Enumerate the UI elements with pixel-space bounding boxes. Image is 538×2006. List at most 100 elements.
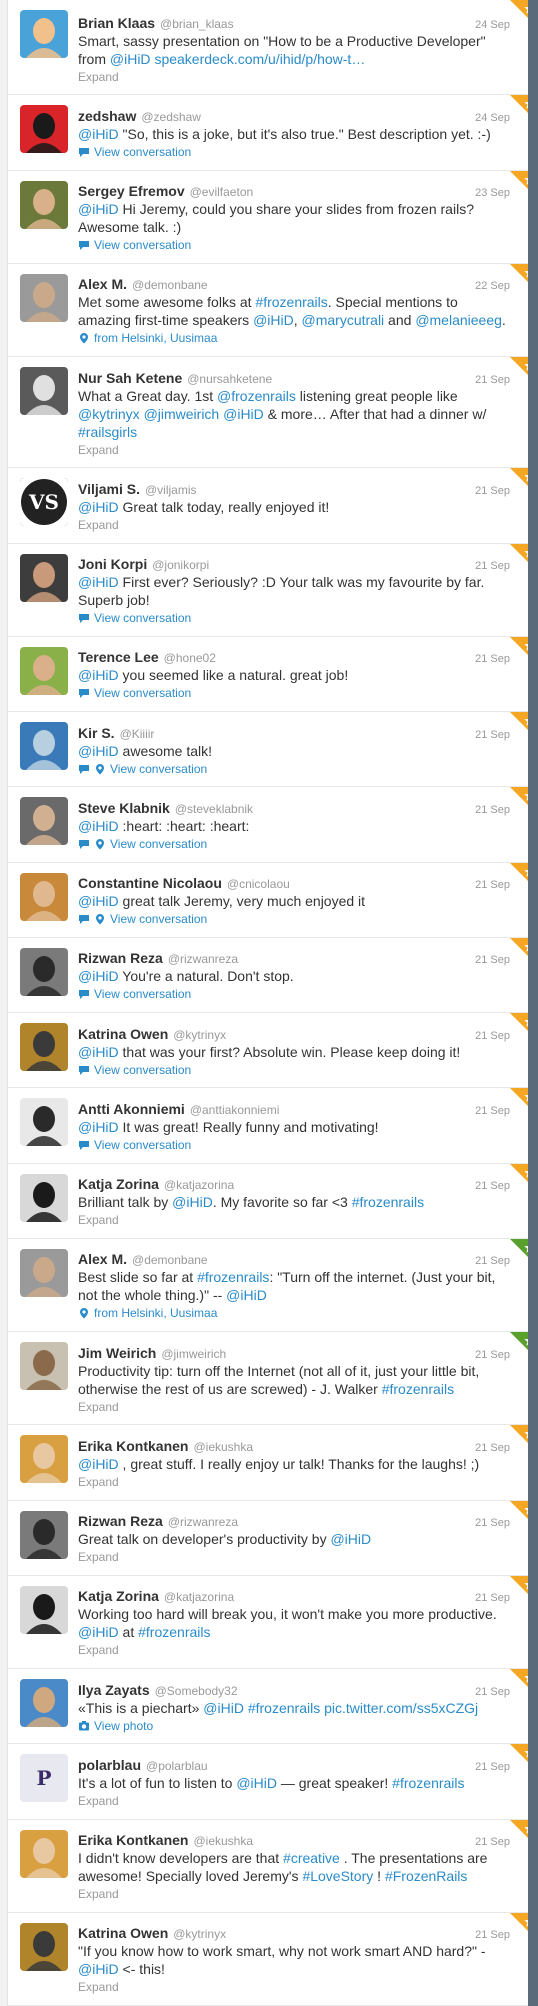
timestamp[interactable]: 21 Sep bbox=[475, 1761, 514, 1773]
avatar[interactable] bbox=[20, 367, 68, 415]
expand-link[interactable]: Expand bbox=[78, 1550, 514, 1564]
author-name[interactable]: Rizwan Reza bbox=[78, 950, 163, 966]
timestamp[interactable]: 21 Sep bbox=[475, 485, 514, 497]
tweet-item[interactable]: Erika Kontkanen @iekushka 21 Sep I didn't k… bbox=[8, 1819, 538, 1913]
author-name[interactable]: Joni Korpi bbox=[78, 556, 147, 572]
tweet-link[interactable]: @iHiD bbox=[223, 406, 264, 422]
avatar[interactable] bbox=[20, 1922, 68, 1971]
tweet-link[interactable]: @iHiD bbox=[78, 1456, 119, 1472]
avatar[interactable] bbox=[20, 1829, 68, 1878]
tweet-item[interactable]: Antti Akonniemi @anttiakonniemi 21 Sep @iHi… bbox=[8, 1088, 538, 1164]
avatar[interactable] bbox=[20, 1023, 68, 1071]
expand-link[interactable]: Expand bbox=[78, 1794, 514, 1808]
tweet-link[interactable]: @iHiD bbox=[78, 126, 119, 142]
tweet-link[interactable]: @iHiD bbox=[226, 1287, 267, 1303]
tweet-item[interactable]: Nur Sah Ketene @nursahketene 21 Sep What a … bbox=[8, 357, 538, 469]
tweet-item[interactable]: Brian Klaas @brian_klaas 24 Sep Smart, sass… bbox=[8, 0, 538, 96]
tweet-link[interactable]: @iHiD bbox=[110, 51, 151, 67]
avatar[interactable] bbox=[20, 273, 68, 322]
tweet-item[interactable]: Sergey Efremov @evilfaeton 23 Sep @iHiD Hi … bbox=[8, 170, 538, 264]
avatar[interactable] bbox=[20, 1679, 68, 1727]
tweet-item[interactable]: Jim Weirich @jimweirich 21 Sep Productivity… bbox=[8, 1332, 538, 1426]
tweet-item[interactable]: Kir S. @Kiiiir 21 Sep @iHiD awesome talk! Vi… bbox=[8, 712, 538, 788]
view-conversation-link[interactable]: View conversation bbox=[78, 837, 514, 851]
tweet-link[interactable]: @melanieeeg bbox=[415, 312, 502, 328]
timestamp[interactable]: 21 Sep bbox=[475, 1929, 514, 1941]
tweet-item[interactable]: Ppolarblau @polarblau 21 Sep It's a lot of … bbox=[8, 1744, 538, 1820]
avatar[interactable] bbox=[20, 947, 68, 996]
author-handle[interactable]: @iekushka bbox=[193, 1834, 253, 1848]
author-name[interactable]: Katrina Owen bbox=[78, 1026, 168, 1042]
author-handle[interactable]: @kytrinyx bbox=[173, 1927, 226, 1941]
timestamp[interactable]: 21 Sep bbox=[475, 729, 514, 741]
view-conversation-link[interactable]: View conversation bbox=[78, 238, 514, 252]
author-handle[interactable]: @jonikorpi bbox=[152, 558, 209, 572]
tweet-link[interactable]: speakerdeck.com/u/ihid/p/how-t… bbox=[154, 51, 365, 67]
timestamp[interactable]: 21 Sep bbox=[475, 804, 514, 816]
author-name[interactable]: Antti Akonniemi bbox=[78, 1101, 185, 1117]
avatar[interactable] bbox=[20, 722, 68, 770]
view-conversation-link[interactable]: View conversation bbox=[78, 1063, 514, 1077]
author-handle[interactable]: @hone02 bbox=[164, 651, 216, 665]
tweet-item[interactable]: Ilya Zayats @Somebody32 21 Sep «This is a p… bbox=[8, 1669, 538, 1745]
author-name[interactable]: zedshaw bbox=[78, 108, 136, 124]
location-link[interactable]: from Helsinki, Uusimaa bbox=[78, 331, 514, 345]
author-handle[interactable]: @rizwanreza bbox=[168, 1515, 238, 1529]
tweet-item[interactable]: Katja Zorina @katjazorina 21 Sep Working to… bbox=[8, 1575, 538, 1669]
expand-link[interactable]: Expand bbox=[78, 1213, 514, 1227]
expand-link[interactable]: Expand bbox=[78, 1980, 514, 1994]
tweet-item[interactable]: Rizwan Reza @rizwanreza 21 Sep Great talk o… bbox=[8, 1500, 538, 1576]
author-handle[interactable]: @viljamis bbox=[145, 483, 197, 497]
timestamp[interactable]: 24 Sep bbox=[475, 112, 514, 124]
timestamp[interactable]: 21 Sep bbox=[475, 1255, 514, 1267]
tweet-link[interactable]: @iHiD bbox=[78, 201, 119, 217]
author-name[interactable]: Sergey Efremov bbox=[78, 183, 185, 199]
timestamp[interactable]: 21 Sep bbox=[475, 1686, 514, 1698]
right-scroll-rail[interactable] bbox=[528, 0, 538, 2006]
tweet-link[interactable]: @iHiD bbox=[78, 1044, 119, 1060]
tweet-item[interactable]: Joni Korpi @jonikorpi 21 Sep @iHiD First ev… bbox=[8, 543, 538, 637]
view-conversation-link[interactable]: View conversation bbox=[78, 686, 514, 700]
timestamp[interactable]: 21 Sep bbox=[475, 1105, 514, 1117]
author-name[interactable]: Alex M. bbox=[78, 1251, 127, 1267]
view-conversation-link[interactable]: View conversation bbox=[78, 611, 514, 625]
tweet-link[interactable]: #frozenrails bbox=[352, 1194, 424, 1210]
timestamp[interactable]: 21 Sep bbox=[475, 1517, 514, 1529]
tweet-link[interactable]: @kytrinyx bbox=[78, 406, 140, 422]
tweet-link[interactable]: #frozenrails bbox=[248, 1700, 320, 1716]
author-name[interactable]: Alex M. bbox=[78, 276, 127, 292]
author-name[interactable]: Erika Kontkanen bbox=[78, 1832, 188, 1848]
tweet-link[interactable]: #LoveStory bbox=[302, 1868, 373, 1884]
tweet-link[interactable]: @iHiD bbox=[78, 818, 119, 834]
author-handle[interactable]: @rizwanreza bbox=[168, 952, 238, 966]
expand-link[interactable]: Expand bbox=[78, 70, 514, 84]
author-handle[interactable]: @iekushka bbox=[193, 1440, 253, 1454]
tweet-link[interactable]: #frozenrails bbox=[255, 294, 327, 310]
tweet-link[interactable]: @marycutrali bbox=[302, 312, 385, 328]
author-name[interactable]: Kir S. bbox=[78, 725, 115, 741]
avatar[interactable] bbox=[20, 1098, 68, 1147]
avatar[interactable] bbox=[20, 1248, 68, 1297]
location-link[interactable]: from Helsinki, Uusimaa bbox=[78, 1306, 514, 1320]
timestamp[interactable]: 21 Sep bbox=[475, 954, 514, 966]
author-name[interactable]: Erika Kontkanen bbox=[78, 1438, 188, 1454]
timestamp[interactable]: 21 Sep bbox=[475, 653, 514, 665]
view-conversation-link[interactable]: View conversation bbox=[78, 987, 514, 1001]
tweet-link[interactable]: @iHiD bbox=[78, 1624, 119, 1640]
tweet-item[interactable]: Steve Klabnik @steveklabnik 21 Sep @iHiD :h… bbox=[8, 787, 538, 863]
author-handle[interactable]: @cnicolaou bbox=[227, 877, 290, 891]
timestamp[interactable]: 21 Sep bbox=[475, 1836, 514, 1848]
avatar[interactable] bbox=[20, 1585, 68, 1634]
tweet-link[interactable]: @iHiD bbox=[203, 1700, 244, 1716]
author-handle[interactable]: @katjazorina bbox=[164, 1178, 234, 1192]
view-conversation-link[interactable]: View conversation bbox=[78, 912, 514, 926]
tweet-link[interactable]: #creative bbox=[283, 1850, 340, 1866]
author-handle[interactable]: @evilfaeton bbox=[190, 185, 254, 199]
avatar[interactable] bbox=[20, 646, 68, 695]
timestamp[interactable]: 22 Sep bbox=[475, 280, 514, 292]
author-handle[interactable]: @jimweirich bbox=[161, 1347, 226, 1361]
author-handle[interactable]: @katjazorina bbox=[164, 1590, 234, 1604]
tweet-link[interactable]: @iHiD bbox=[330, 1531, 371, 1547]
author-handle[interactable]: @kytrinyx bbox=[173, 1028, 226, 1042]
expand-link[interactable]: Expand bbox=[78, 518, 514, 532]
